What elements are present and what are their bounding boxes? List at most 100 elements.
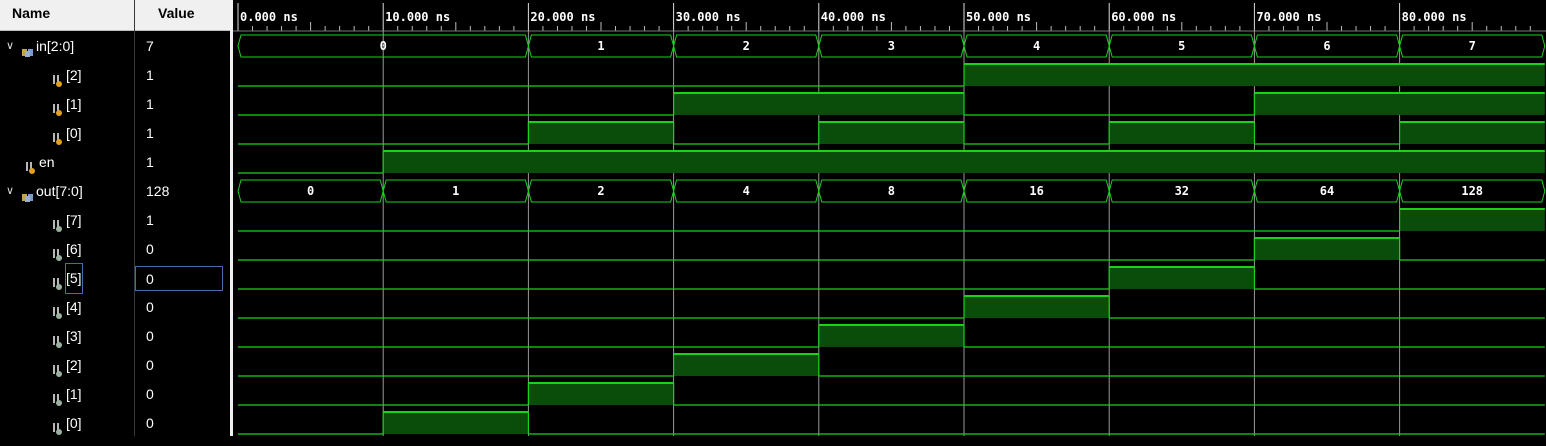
wave-out70-5[interactable]: 0 1 2 4 8 16 32 64 128 bbox=[237, 179, 1546, 203]
wave-1-2[interactable] bbox=[238, 92, 1545, 116]
wave-6-7[interactable] bbox=[238, 237, 1545, 261]
chevron-down-icon[interactable]: ∨ bbox=[6, 41, 16, 52]
value-row-in20-0[interactable]: 7 bbox=[135, 32, 230, 61]
input-bit-icon bbox=[51, 69, 63, 87]
grid-lines bbox=[382, 31, 1401, 436]
bus-value-label: 6 bbox=[1323, 39, 1330, 53]
value-column-header[interactable]: Value bbox=[135, 0, 230, 31]
wave-2-1[interactable] bbox=[238, 63, 1545, 87]
wave-high-fill bbox=[1399, 209, 1545, 231]
signal-row-2-1[interactable]: [2] bbox=[0, 61, 134, 90]
output-bit-icon bbox=[51, 272, 63, 290]
wave-high-fill bbox=[1109, 122, 1255, 144]
waveform-canvas[interactable]: 0.000 ns 10.000 ns 20.000 ns 30.000 ns 40.00… bbox=[233, 0, 1546, 436]
bus-value-label: 0 bbox=[380, 39, 387, 53]
wave-7-6[interactable] bbox=[238, 208, 1545, 232]
ruler-tick-label: 10.000 ns bbox=[385, 10, 450, 24]
signal-value: 1 bbox=[146, 125, 154, 141]
wave-4-9[interactable] bbox=[238, 295, 1545, 319]
wave-high-fill bbox=[673, 93, 964, 115]
bus-icon bbox=[21, 40, 33, 57]
wave-0-3[interactable] bbox=[238, 121, 1545, 145]
ruler-tick-label: 70.000 ns bbox=[1256, 10, 1321, 24]
wave-high-fill bbox=[528, 383, 674, 405]
bus-value-label: 16 bbox=[1029, 184, 1043, 198]
value-row-3-10[interactable]: 0 bbox=[135, 322, 230, 351]
signal-row-3-10[interactable]: [3] bbox=[0, 322, 134, 351]
value-row-0-3[interactable]: 1 bbox=[135, 119, 230, 148]
wave-high-fill bbox=[383, 151, 1545, 173]
value-row-2-1[interactable]: 1 bbox=[135, 61, 230, 90]
signal-name: [6] bbox=[66, 241, 82, 257]
value-row-en-4[interactable]: 1 bbox=[135, 148, 230, 177]
bus-value-label: 5 bbox=[1178, 39, 1185, 53]
wave-high-fill bbox=[1254, 93, 1545, 115]
chevron-down-icon[interactable]: ∨ bbox=[6, 186, 16, 197]
value-row-0-13[interactable]: 0 bbox=[135, 409, 230, 438]
signal-row-0-13[interactable]: [0] bbox=[0, 409, 134, 438]
output-bit-icon bbox=[51, 301, 63, 319]
value-row-out70-5[interactable]: 128 bbox=[135, 177, 230, 206]
wave-en-4[interactable] bbox=[238, 150, 1545, 174]
bus-value-label: 7 bbox=[1469, 39, 1476, 53]
signal-name: [0] bbox=[66, 415, 82, 431]
name-column-header[interactable]: Name bbox=[0, 0, 134, 31]
signal-row-1-2[interactable]: [1] bbox=[0, 90, 134, 119]
bus-value-label: 0 bbox=[307, 184, 314, 198]
wave-1-12[interactable] bbox=[238, 382, 1545, 406]
signal-value: 7 bbox=[146, 38, 154, 54]
waveform-pane[interactable]: 0.000 ns 10.000 ns 20.000 ns 30.000 ns 40.00… bbox=[233, 0, 1546, 436]
value-row-2-11[interactable]: 0 bbox=[135, 351, 230, 380]
bus-value-label: 64 bbox=[1320, 184, 1334, 198]
input-bit-icon bbox=[24, 156, 36, 174]
value-row-1-2[interactable]: 1 bbox=[135, 90, 230, 119]
value-row-4-9[interactable]: 0 bbox=[135, 293, 230, 322]
value-row-6-7[interactable]: 0 bbox=[135, 235, 230, 264]
signal-name: [5] bbox=[65, 263, 83, 294]
wave-3-10[interactable] bbox=[238, 324, 1545, 348]
signal-name: [0] bbox=[66, 125, 82, 141]
ruler-tick-label: 50.000 ns bbox=[966, 10, 1031, 24]
signal-row-out70-5[interactable]: ∨ out[7:0] bbox=[0, 177, 134, 206]
signal-name: [4] bbox=[66, 299, 82, 315]
signal-row-4-9[interactable]: [4] bbox=[0, 293, 134, 322]
time-ruler[interactable]: 0.000 ns 10.000 ns 20.000 ns 30.000 ns 40.00… bbox=[233, 0, 1546, 32]
wave-5-8[interactable] bbox=[238, 266, 1545, 290]
signal-row-6-7[interactable]: [6] bbox=[0, 235, 134, 264]
input-bit-icon bbox=[51, 127, 63, 145]
input-bit-icon bbox=[51, 98, 63, 116]
signal-row-1-12[interactable]: [1] bbox=[0, 380, 134, 409]
signal-row-7-6[interactable]: [7] bbox=[0, 206, 134, 235]
signal-row-2-11[interactable]: [2] bbox=[0, 351, 134, 380]
bus-value-label: 128 bbox=[1461, 184, 1483, 198]
wave-high-fill bbox=[1109, 267, 1255, 289]
wave-high-fill bbox=[673, 354, 819, 376]
bus-value-label: 4 bbox=[1033, 39, 1040, 53]
wave-high-fill bbox=[1254, 238, 1400, 260]
signal-name: in[2:0] bbox=[36, 38, 75, 54]
signal-row-en-4[interactable]: en bbox=[0, 148, 134, 177]
signal-row-5-8[interactable]: [5] bbox=[0, 263, 134, 294]
wave-in20-0[interactable]: 0 1 2 3 4 5 6 7 bbox=[237, 34, 1546, 58]
value-row-7-6[interactable]: 1 bbox=[135, 206, 230, 235]
bus-value-label: 2 bbox=[743, 39, 750, 53]
signal-name: out[7:0] bbox=[36, 183, 83, 199]
bus-value-label: 3 bbox=[888, 39, 895, 53]
signal-row-0-3[interactable]: [0] bbox=[0, 119, 134, 148]
value-row-1-12[interactable]: 0 bbox=[135, 380, 230, 409]
signal-value: 1 bbox=[146, 67, 154, 83]
wave-high-fill bbox=[964, 64, 1545, 86]
signal-value: 0 bbox=[146, 415, 154, 431]
wave-2-11[interactable] bbox=[238, 353, 1545, 377]
output-bit-icon bbox=[51, 330, 63, 348]
signal-row-in20-0[interactable]: ∨ in[2:0] bbox=[0, 32, 134, 61]
signal-name: [1] bbox=[66, 96, 82, 112]
bus-value-label: 32 bbox=[1175, 184, 1189, 198]
bus-icon bbox=[21, 185, 33, 202]
signal-value-pane: Value 7 1 1 1 1 128 1 0 0 0 0 0 0 0 bbox=[135, 0, 230, 436]
ruler-tick-label: 60.000 ns bbox=[1111, 10, 1176, 24]
value-row-5-8[interactable]: 0 bbox=[135, 264, 230, 293]
output-bit-icon bbox=[51, 417, 63, 435]
wave-0-13[interactable] bbox=[238, 411, 1545, 435]
bus-value-label: 8 bbox=[888, 184, 895, 198]
